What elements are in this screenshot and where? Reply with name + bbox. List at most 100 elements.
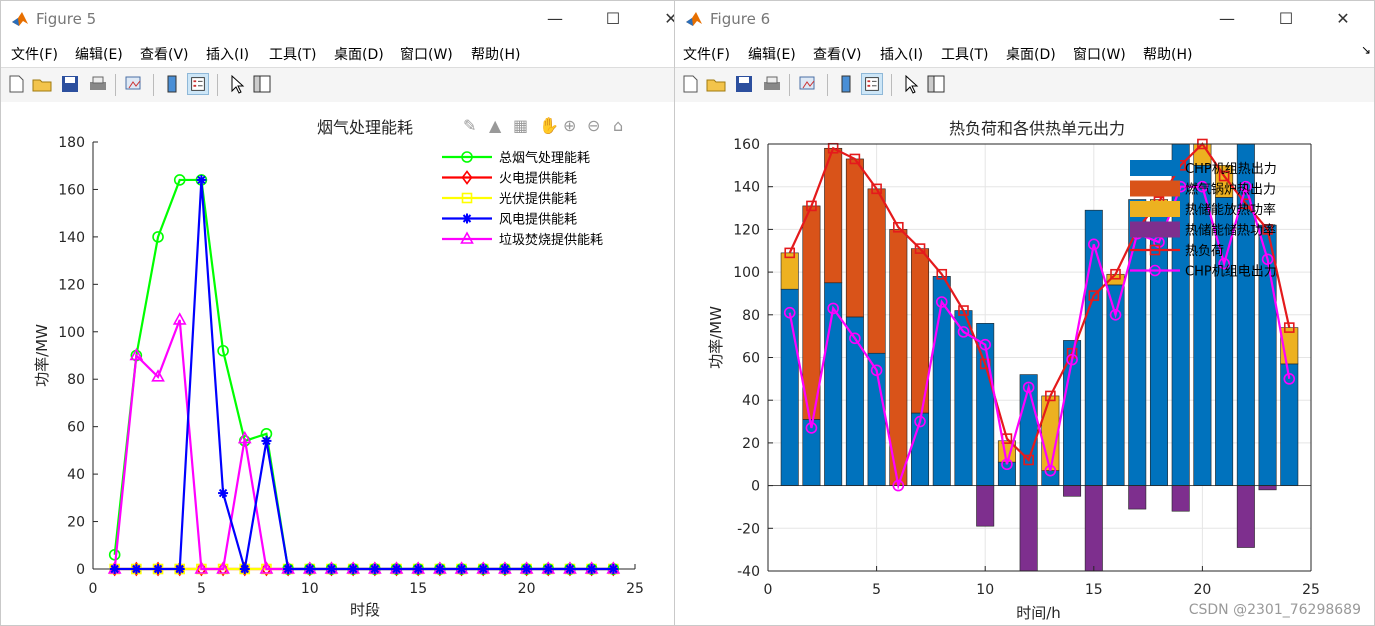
- print-icon[interactable]: [87, 73, 109, 95]
- menu-window[interactable]: 窗口(W): [400, 44, 453, 64]
- toolbar: [1, 67, 675, 103]
- zoom-out-icon[interactable]: ⊖: [587, 116, 600, 135]
- y-tick-label: 40: [742, 393, 760, 409]
- legend-swatch: [1130, 160, 1180, 176]
- colorbar-icon[interactable]: [835, 73, 857, 95]
- menu-view[interactable]: 查看(V): [140, 44, 189, 64]
- property-inspector-icon[interactable]: [925, 73, 947, 95]
- menu-desktop[interactable]: 桌面(D): [334, 44, 384, 64]
- bar-segment: [1258, 485, 1277, 491]
- bar-segment: [780, 252, 799, 290]
- menu-insert[interactable]: 插入(I): [206, 44, 249, 64]
- matlab-icon: [11, 10, 29, 28]
- new-figure-icon[interactable]: [5, 73, 27, 95]
- legend-label: 风电提供能耗: [499, 212, 577, 228]
- menu-insert[interactable]: 插入(I): [880, 44, 923, 64]
- y-tick-label: 140: [733, 180, 760, 196]
- y-tick-label: 100: [733, 265, 760, 281]
- home-icon[interactable]: ⌂: [613, 116, 623, 135]
- bar-segment: [1280, 363, 1299, 486]
- pointer-icon[interactable]: [225, 73, 247, 95]
- menu-desktop[interactable]: 桌面(D): [1006, 44, 1056, 64]
- bar-segment: [845, 316, 864, 486]
- print-icon[interactable]: [761, 73, 783, 95]
- data-point: [391, 564, 402, 574]
- data-point: [456, 564, 467, 574]
- link-plot-icon[interactable]: [797, 73, 819, 95]
- minimize-icon[interactable]: —: [545, 9, 565, 29]
- maximize-icon[interactable]: ☐: [603, 9, 623, 29]
- menu-file[interactable]: 文件(F): [11, 44, 58, 64]
- data-point: [326, 564, 337, 574]
- bar-segment: [1041, 470, 1060, 486]
- maximize-icon[interactable]: ☐: [1276, 9, 1296, 29]
- y-tick-label: 160: [58, 182, 85, 198]
- x-axis-label: 时段: [350, 601, 380, 619]
- new-figure-icon[interactable]: [679, 73, 701, 95]
- legend-swatch: [1130, 201, 1180, 217]
- colorbar-icon[interactable]: [161, 73, 183, 95]
- titlebar: Figure 5 — ☐ ✕: [1, 1, 675, 39]
- legend-label: 垃圾焚烧提供能耗: [499, 232, 603, 248]
- hand-icon[interactable]: ✋: [539, 116, 559, 135]
- y-tick-label: 120: [58, 277, 85, 293]
- menu-edit[interactable]: 编辑(E): [748, 44, 796, 64]
- figure6-window: Figure 6 — ☐ ✕ 文件(F) 编辑(E) 查看(V) 插入(I) 工…: [674, 0, 1375, 626]
- y-tick-label: 60: [742, 351, 760, 367]
- data-point: [131, 564, 142, 574]
- open-file-icon[interactable]: [31, 73, 53, 95]
- data-point: [261, 435, 272, 446]
- pointer-icon[interactable]: [899, 73, 921, 95]
- chart-title: 热负荷和各供热单元出力: [949, 119, 1125, 138]
- x-tick-label: 5: [872, 582, 881, 598]
- legend-label: CHP机组热出力: [1185, 162, 1277, 177]
- axes-toolbar: ✎ ▲ ▦ ✋ ⊕ ⊖ ⌂: [463, 116, 635, 138]
- menu-tools[interactable]: 工具(T): [941, 44, 988, 64]
- menu-view[interactable]: 查看(V): [813, 44, 862, 64]
- legend-label: 总烟气处理能耗: [499, 150, 590, 166]
- menu-file[interactable]: 文件(F): [683, 44, 730, 64]
- bar-segment: [1084, 485, 1103, 572]
- data-point: [543, 564, 554, 574]
- watermark: CSDN @2301_76298689: [1189, 602, 1361, 618]
- pan-icon[interactable]: ▦: [513, 116, 528, 135]
- zoom-in-icon[interactable]: ⊕: [563, 116, 576, 135]
- close-icon[interactable]: ✕: [1333, 9, 1353, 29]
- bar-segment: [1171, 485, 1190, 512]
- minimize-icon[interactable]: —: [1217, 9, 1237, 29]
- legend-label: 热储能储热功率: [1185, 223, 1276, 239]
- menu-help[interactable]: 帮助(H): [1143, 44, 1192, 64]
- save-icon[interactable]: [733, 73, 755, 95]
- menu-edit[interactable]: 编辑(E): [75, 44, 123, 64]
- save-icon[interactable]: [59, 73, 81, 95]
- data-point: [586, 564, 597, 574]
- y-tick-label: 20: [67, 515, 85, 531]
- window-title: Figure 6: [710, 10, 771, 28]
- menu-help[interactable]: 帮助(H): [471, 44, 520, 64]
- bar-line-chart: 0 5 10 15 20 25 -40 -20 0 20 40 60 80 100 120 140 160 时间/…: [707, 119, 1361, 622]
- y-tick-label: 100: [58, 325, 85, 341]
- data-point: [564, 564, 575, 574]
- legend-icon[interactable]: [187, 73, 209, 95]
- menu-tools[interactable]: 工具(T): [269, 44, 316, 64]
- data-point: [521, 564, 532, 574]
- datatip-icon[interactable]: ▲: [489, 116, 501, 135]
- figure5-window: Figure 5 — ☐ ✕ 文件(F) 编辑(E) 查看(V) 插入(I) 工…: [0, 0, 676, 626]
- legend-icon[interactable]: [861, 73, 883, 95]
- legend-label: 燃气锅炉热出力: [1185, 182, 1276, 198]
- property-inspector-icon[interactable]: [251, 73, 273, 95]
- brush-icon[interactable]: ✎: [463, 116, 476, 135]
- data-point: [369, 564, 380, 574]
- data-point: [109, 564, 120, 574]
- link-plot-icon[interactable]: [123, 73, 145, 95]
- data-point: [608, 564, 619, 574]
- open-file-icon[interactable]: [705, 73, 727, 95]
- line-chart: 0 5 10 15 20 25 0 20 40 60 80 100 120 140 160 180 时段 功率/M…: [33, 118, 644, 619]
- figure-canvas: 0 5 10 15 20 25 0 20 40 60 80 100 120 140 160 180 时段 功率/M…: [1, 102, 675, 625]
- x-tick-label: 20: [518, 581, 536, 597]
- bar-segment: [997, 461, 1016, 486]
- menu-window[interactable]: 窗口(W): [1073, 44, 1126, 64]
- dock-arrow-icon[interactable]: ↘: [1361, 43, 1371, 57]
- x-tick-label: 15: [409, 581, 427, 597]
- data-point: [478, 564, 489, 574]
